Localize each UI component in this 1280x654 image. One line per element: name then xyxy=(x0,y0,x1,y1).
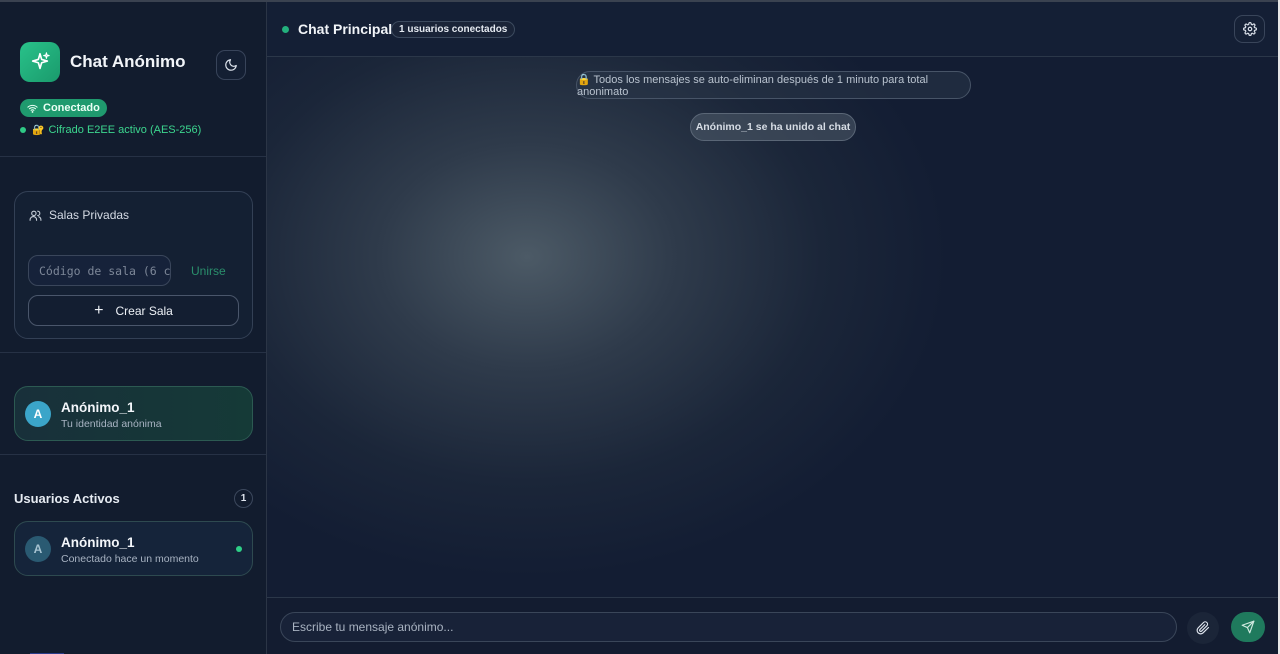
wifi-icon xyxy=(27,104,38,113)
divider xyxy=(0,156,266,157)
connected-users-badge: 1 usuarios conectados xyxy=(391,21,516,38)
plus-icon: + xyxy=(94,301,104,319)
active-users-title: Usuarios Activos xyxy=(14,491,120,506)
attach-button[interactable] xyxy=(1187,612,1219,644)
user-name: Anónimo_1 xyxy=(61,535,135,550)
send-button[interactable] xyxy=(1231,612,1265,642)
active-users-count: 1 xyxy=(234,489,253,508)
divider xyxy=(0,352,266,353)
active-user-item[interactable]: A Anónimo_1 Conectado hace un momento xyxy=(14,521,253,576)
private-rooms-title: Salas Privadas xyxy=(49,208,130,222)
private-rooms-card: Salas Privadas Unirse + Crear Sala xyxy=(14,191,253,339)
sidebar: Chat Anónimo Conectado 🔐 Cifrado E2EE ac… xyxy=(0,2,267,654)
gear-icon xyxy=(1242,22,1257,36)
connection-label: Conectado xyxy=(43,102,100,114)
status-dot xyxy=(20,127,26,133)
create-room-button[interactable]: + Crear Sala xyxy=(28,295,239,326)
paperclip-icon xyxy=(1196,621,1210,635)
app-window: Chat Anónimo Conectado 🔐 Cifrado E2EE ac… xyxy=(0,0,1280,654)
message-composer xyxy=(267,597,1280,654)
avatar: A xyxy=(25,536,51,562)
live-indicator xyxy=(282,26,289,33)
online-indicator xyxy=(236,546,242,552)
send-icon xyxy=(1241,620,1255,634)
lock-key-icon: 🔐 xyxy=(32,124,45,136)
chat-title: Chat Principal xyxy=(298,21,393,37)
join-room-button[interactable]: Unirse xyxy=(191,264,226,278)
user-status: Conectado hace un momento xyxy=(61,553,199,565)
message-input[interactable] xyxy=(280,612,1177,642)
identity-subtitle: Tu identidad anónima xyxy=(61,418,162,430)
theme-toggle-button[interactable] xyxy=(216,50,246,80)
user-joined-notice: Anónimo_1 se ha unido al chat xyxy=(690,113,856,141)
encryption-text: Cifrado E2EE activo (AES-256) xyxy=(48,124,202,136)
identity-card: A Anónimo_1 Tu identidad anónima xyxy=(14,386,253,441)
encryption-status: 🔐 Cifrado E2EE activo (AES-256) xyxy=(20,124,201,136)
sparkles-icon xyxy=(20,42,60,82)
users-icon xyxy=(29,210,42,221)
identity-name: Anónimo_1 xyxy=(61,400,135,415)
private-rooms-header: Salas Privadas xyxy=(29,208,129,222)
moon-icon xyxy=(225,59,237,71)
room-code-input[interactable] xyxy=(28,255,171,286)
avatar: A xyxy=(25,401,51,427)
auto-delete-notice: 🔒 Todos los mensajes se auto-eliminan de… xyxy=(576,71,971,99)
chat-main: Chat Principal 1 usuarios conectados 🔒 T… xyxy=(267,2,1280,654)
app-title: Chat Anónimo xyxy=(70,52,186,71)
divider xyxy=(0,454,266,455)
brand: Chat Anónimo xyxy=(20,42,186,82)
create-room-label: Crear Sala xyxy=(115,303,173,318)
chat-header: Chat Principal 1 usuarios conectados xyxy=(267,2,1280,57)
settings-button[interactable] xyxy=(1234,15,1265,43)
connection-badge: Conectado xyxy=(20,99,107,117)
